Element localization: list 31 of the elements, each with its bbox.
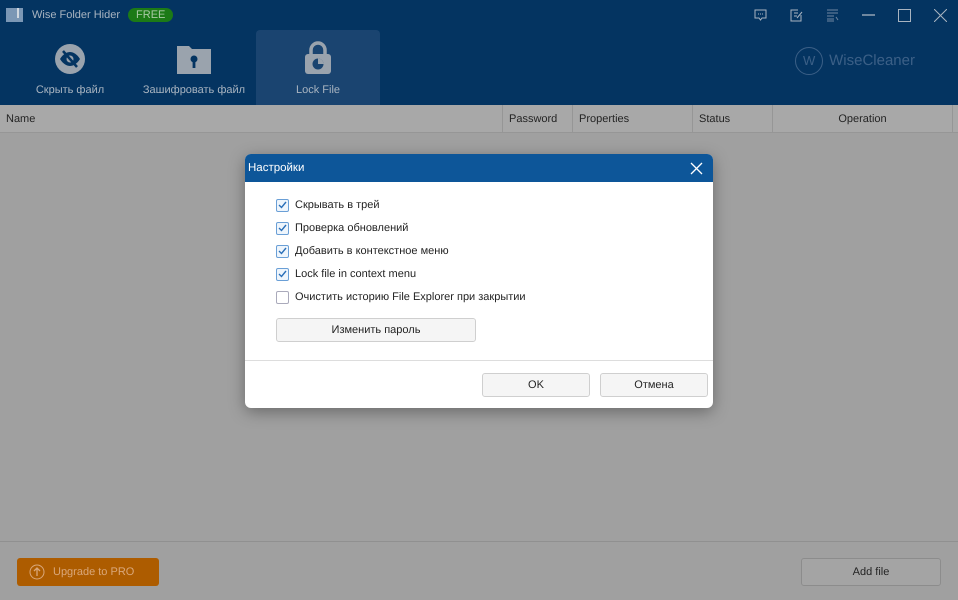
column-header[interactable]: Password [503, 105, 573, 132]
change-password-button[interactable]: Изменить пароль [276, 318, 476, 342]
app-logo-icon [6, 7, 24, 23]
add-file-button[interactable]: Add file [801, 558, 941, 586]
column-header[interactable]: Status [693, 105, 773, 132]
crossed-eye-icon [54, 43, 86, 75]
upload-icon [29, 564, 45, 580]
column-header[interactable]: Properties [573, 105, 693, 132]
cancel-button[interactable]: Отмена [600, 372, 708, 396]
column-header[interactable]: Operation [773, 105, 953, 132]
checkbox[interactable] [276, 198, 289, 212]
ok-button[interactable]: OK [482, 372, 590, 396]
checkbox[interactable] [276, 244, 289, 258]
toolbar-tab[interactable]: Lock File [256, 30, 380, 105]
option-label: Lock file in context menu [295, 268, 416, 280]
checkbox[interactable] [276, 290, 289, 304]
toolbar-tab[interactable]: Зашифровать файл [132, 30, 256, 105]
checkbox[interactable] [276, 222, 289, 234]
option-label: Проверка обновлений [295, 222, 408, 234]
column-header[interactable]: Name [0, 105, 503, 132]
dialog-title: Настройки [248, 162, 304, 174]
folder-keyhole-icon [176, 43, 212, 75]
window-title: Wise Folder Hider [32, 9, 120, 21]
close-icon[interactable] [688, 160, 705, 176]
padlock-icon [303, 41, 333, 75]
toolbar-tab[interactable]: Скрыть файл [8, 30, 132, 105]
checkbox[interactable] [276, 268, 289, 280]
option-label: Добавить в контекстное меню [295, 245, 449, 257]
free-badge: FREE [128, 8, 174, 22]
option-label: Очистить историю File Explorer при закрытии [295, 291, 526, 303]
option-label: Скрывать в трей [295, 199, 380, 211]
